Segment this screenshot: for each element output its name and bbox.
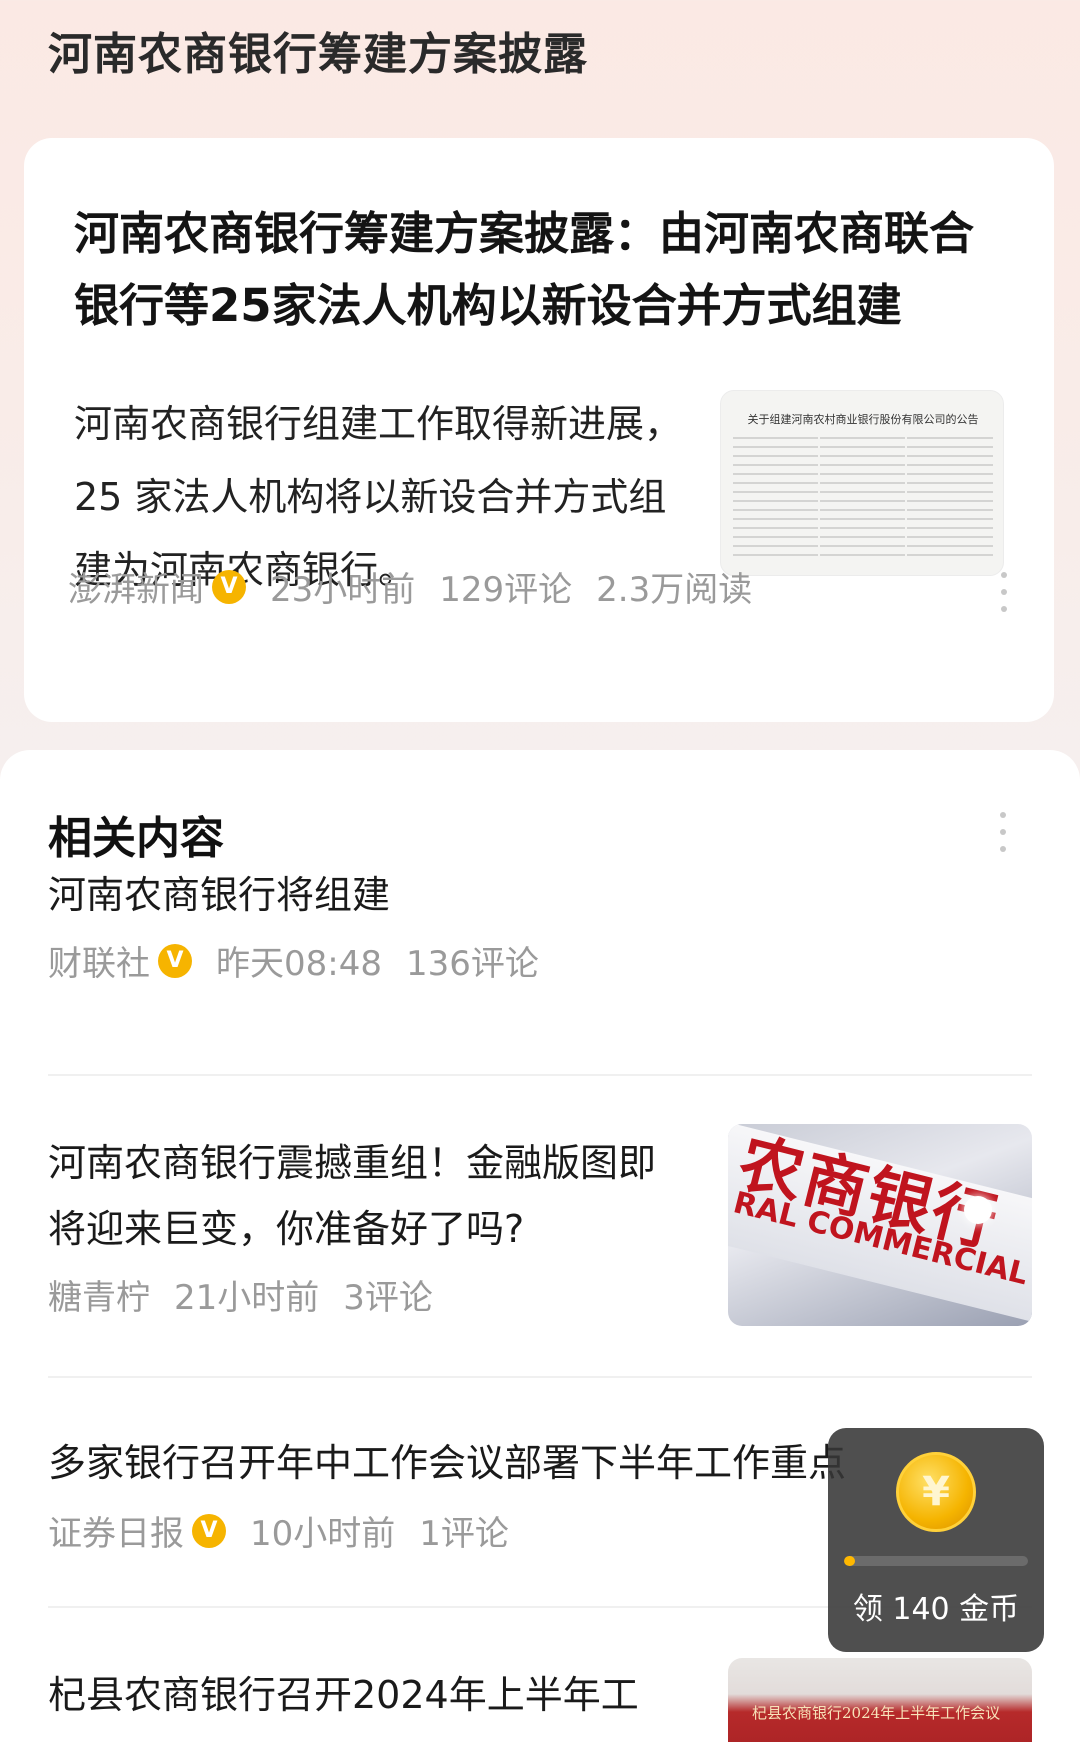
comment-count[interactable]: 3评论: [343, 1270, 433, 1319]
verified-badge-icon: V: [212, 569, 246, 604]
more-vertical-icon[interactable]: [998, 812, 1008, 852]
reward-label[interactable]: 领 140 金币: [828, 1584, 1044, 1628]
publish-time: 21小时前: [174, 1278, 320, 1318]
verified-badge-icon: V: [158, 943, 192, 978]
page-title: 河南农商银行筹建方案披露: [48, 29, 588, 80]
hero-meta: 澎湃新闻 V 23小时前 129评论 2.3万阅读: [68, 562, 752, 611]
divider: [48, 1074, 1032, 1076]
thumb-banner: 杞县农商银行2024年上半年工作会议: [752, 1704, 1001, 1722]
comment-count[interactable]: 136评论: [406, 936, 539, 985]
source-name[interactable]: 澎湃新闻: [68, 562, 204, 611]
related-item-title[interactable]: 杞县农商银行召开2024年上半年工: [48, 1662, 688, 1728]
related-item-title[interactable]: 河南农商银行震撼重组！金融版图即将迎来巨变，你准备好了吗?: [48, 1130, 688, 1262]
hero-article-card[interactable]: 河南农商银行筹建方案披露：由河南农商联合银行等25家法人机构以新设合并方式组建 …: [24, 138, 1054, 722]
read-count: 2.3万阅读: [596, 570, 753, 610]
comment-count[interactable]: 129评论: [439, 562, 572, 611]
related-item-title[interactable]: 河南农商银行将组建: [48, 862, 988, 928]
lamp: [964, 1196, 992, 1224]
comment-count[interactable]: 1评论: [419, 1506, 509, 1555]
source-name[interactable]: 财联社: [48, 936, 150, 985]
hero-headline[interactable]: 河南农商银行筹建方案披露：由河南农商联合银行等25家法人机构以新设合并方式组建: [74, 198, 1014, 342]
reward-progress-fill: [844, 1556, 856, 1566]
coin-reward-widget[interactable]: ¥ 领 140 金币: [828, 1428, 1044, 1652]
reward-progress-bar: [844, 1556, 1028, 1566]
coin-icon: ¥: [896, 1452, 976, 1532]
hero-thumbnail[interactable]: 关于组建河南农村商业银行股份有限公司的公告: [720, 390, 1004, 576]
meeting-thumbnail[interactable]: 杞县农商银行2024年上半年工作会议: [728, 1658, 1032, 1742]
thumb-doc-lines: [733, 437, 993, 563]
source-name[interactable]: 糖青柠: [48, 1270, 150, 1319]
verified-badge-icon: V: [192, 1513, 226, 1548]
publish-time: 昨天08:48: [216, 944, 382, 984]
source-name[interactable]: 证券日报: [48, 1506, 184, 1555]
related-item-meta: 糖青柠 21小时前 3评论: [48, 1270, 433, 1319]
related-item-meta: 证券日报 V 10小时前 1评论: [48, 1506, 509, 1555]
bank-sign-thumbnail[interactable]: 农商银行 RAL COMMERCIAL BANK: [728, 1124, 1032, 1326]
related-title: 相关内容: [48, 813, 224, 864]
divider: [48, 1376, 1032, 1378]
more-vertical-icon[interactable]: [999, 572, 1009, 612]
publish-time: 23小时前: [270, 570, 416, 610]
thumb-doc-title: 关于组建河南农村商业银行股份有限公司的公告: [747, 413, 979, 426]
publish-time: 10小时前: [250, 1514, 396, 1554]
related-item-meta: 财联社 V 昨天08:48 136评论: [48, 936, 539, 985]
